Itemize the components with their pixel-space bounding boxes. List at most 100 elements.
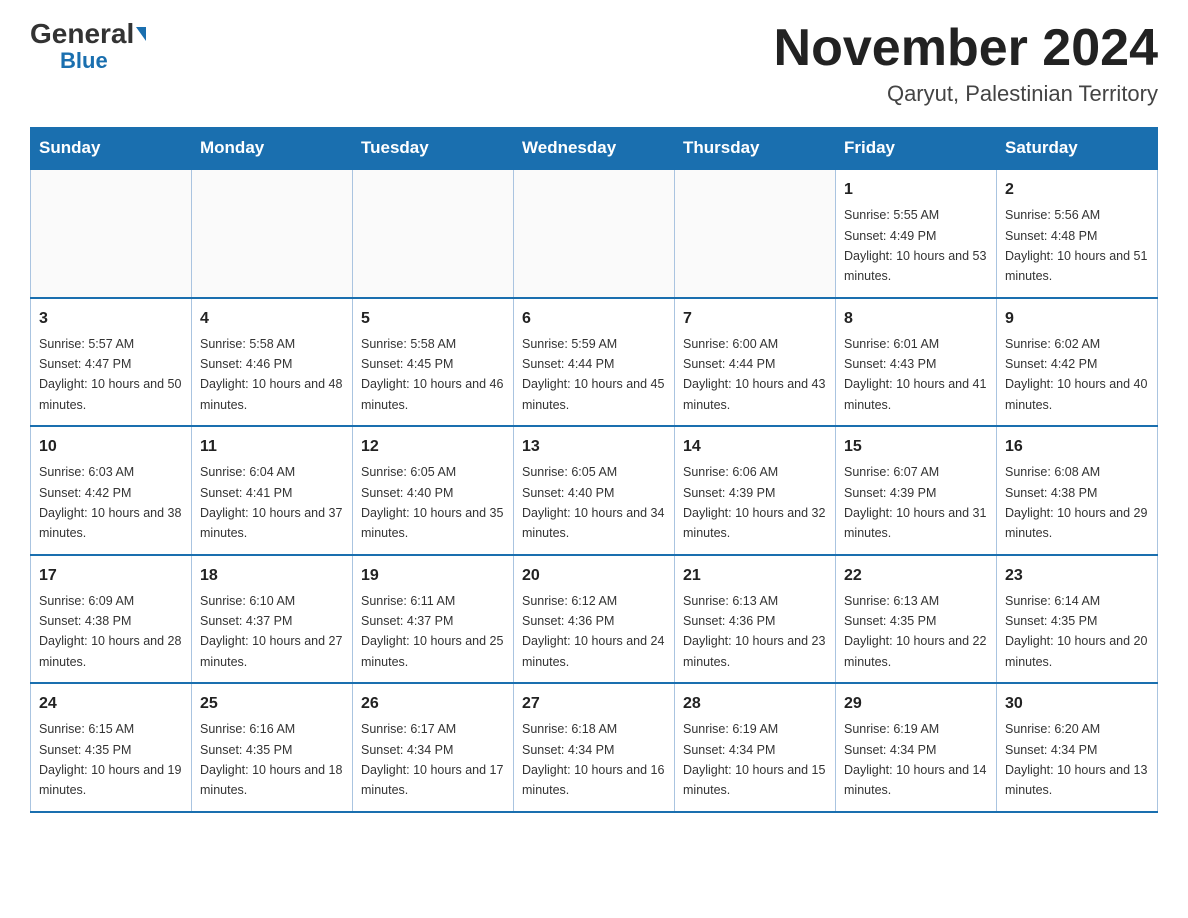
header-tuesday: Tuesday (353, 128, 514, 170)
calendar-week-5: 24 Sunrise: 6:15 AMSunset: 4:35 PMDayligh… (31, 683, 1158, 812)
day-number: 21 (683, 564, 827, 588)
day-number: 20 (522, 564, 666, 588)
day-number: 14 (683, 435, 827, 459)
day-info: Sunrise: 6:18 AMSunset: 4:34 PMDaylight:… (522, 722, 664, 797)
day-info: Sunrise: 5:55 AMSunset: 4:49 PMDaylight:… (844, 208, 986, 283)
day-number: 8 (844, 307, 988, 331)
day-number: 13 (522, 435, 666, 459)
day-info: Sunrise: 6:09 AMSunset: 4:38 PMDaylight:… (39, 594, 181, 669)
day-info: Sunrise: 6:12 AMSunset: 4:36 PMDaylight:… (522, 594, 664, 669)
day-info: Sunrise: 6:06 AMSunset: 4:39 PMDaylight:… (683, 465, 825, 540)
day-number: 10 (39, 435, 183, 459)
table-cell: 27 Sunrise: 6:18 AMSunset: 4:34 PMDayligh… (514, 683, 675, 812)
day-number: 26 (361, 692, 505, 716)
day-number: 9 (1005, 307, 1149, 331)
day-number: 22 (844, 564, 988, 588)
table-cell: 20 Sunrise: 6:12 AMSunset: 4:36 PMDayligh… (514, 555, 675, 684)
header-saturday: Saturday (997, 128, 1158, 170)
day-info: Sunrise: 6:14 AMSunset: 4:35 PMDaylight:… (1005, 594, 1147, 669)
day-info: Sunrise: 6:15 AMSunset: 4:35 PMDaylight:… (39, 722, 181, 797)
logo-general-text: General (30, 20, 146, 48)
day-info: Sunrise: 6:05 AMSunset: 4:40 PMDaylight:… (361, 465, 503, 540)
table-cell: 14 Sunrise: 6:06 AMSunset: 4:39 PMDayligh… (675, 426, 836, 555)
month-title: November 2024 (774, 20, 1158, 77)
table-cell (353, 169, 514, 298)
table-cell: 26Sunrise: 6:17 AMSunset: 4:34 PMDayligh… (353, 683, 514, 812)
table-cell: 2 Sunrise: 5:56 AMSunset: 4:48 PMDaylight… (997, 169, 1158, 298)
day-number: 28 (683, 692, 827, 716)
day-info: Sunrise: 6:10 AMSunset: 4:37 PMDaylight:… (200, 594, 342, 669)
table-cell (192, 169, 353, 298)
table-cell: 8 Sunrise: 6:01 AMSunset: 4:43 PMDaylight… (836, 298, 997, 427)
table-cell (514, 169, 675, 298)
table-cell: 5 Sunrise: 5:58 AMSunset: 4:45 PMDaylight… (353, 298, 514, 427)
day-info: Sunrise: 5:58 AMSunset: 4:45 PMDaylight:… (361, 337, 503, 412)
table-cell: 1 Sunrise: 5:55 AMSunset: 4:49 PMDaylight… (836, 169, 997, 298)
table-cell: 11 Sunrise: 6:04 AMSunset: 4:41 PMDayligh… (192, 426, 353, 555)
day-number: 5 (361, 307, 505, 331)
day-info: Sunrise: 5:56 AMSunset: 4:48 PMDaylight:… (1005, 208, 1147, 283)
table-cell: 29 Sunrise: 6:19 AMSunset: 4:34 PMDayligh… (836, 683, 997, 812)
header-sunday: Sunday (31, 128, 192, 170)
logo: General Blue (30, 20, 146, 74)
table-cell: 30Sunrise: 6:20 AMSunset: 4:34 PMDayligh… (997, 683, 1158, 812)
day-number: 1 (844, 178, 988, 202)
day-number: 23 (1005, 564, 1149, 588)
table-cell: 9 Sunrise: 6:02 AMSunset: 4:42 PMDaylight… (997, 298, 1158, 427)
day-info: Sunrise: 6:07 AMSunset: 4:39 PMDaylight:… (844, 465, 986, 540)
table-cell: 10 Sunrise: 6:03 AMSunset: 4:42 PMDayligh… (31, 426, 192, 555)
day-number: 3 (39, 307, 183, 331)
day-number: 12 (361, 435, 505, 459)
table-cell: 3Sunrise: 5:57 AMSunset: 4:47 PMDaylight… (31, 298, 192, 427)
day-info: Sunrise: 6:01 AMSunset: 4:43 PMDaylight:… (844, 337, 986, 412)
table-cell: 15 Sunrise: 6:07 AMSunset: 4:39 PMDayligh… (836, 426, 997, 555)
day-info: Sunrise: 6:19 AMSunset: 4:34 PMDaylight:… (844, 722, 986, 797)
table-cell: 6 Sunrise: 5:59 AMSunset: 4:44 PMDaylight… (514, 298, 675, 427)
day-number: 24 (39, 692, 183, 716)
logo-blue-text: Blue (60, 48, 108, 74)
calendar-header-row: Sunday Monday Tuesday Wednesday Thursday… (31, 128, 1158, 170)
day-info: Sunrise: 6:19 AMSunset: 4:34 PMDaylight:… (683, 722, 825, 797)
day-number: 16 (1005, 435, 1149, 459)
calendar-table: Sunday Monday Tuesday Wednesday Thursday… (30, 127, 1158, 813)
day-info: Sunrise: 6:03 AMSunset: 4:42 PMDaylight:… (39, 465, 181, 540)
day-number: 29 (844, 692, 988, 716)
table-cell: 25 Sunrise: 6:16 AMSunset: 4:35 PMDayligh… (192, 683, 353, 812)
table-cell (675, 169, 836, 298)
table-cell: 16 Sunrise: 6:08 AMSunset: 4:38 PMDayligh… (997, 426, 1158, 555)
table-cell: 24 Sunrise: 6:15 AMSunset: 4:35 PMDayligh… (31, 683, 192, 812)
calendar-week-2: 3Sunrise: 5:57 AMSunset: 4:47 PMDaylight… (31, 298, 1158, 427)
table-cell: 23 Sunrise: 6:14 AMSunset: 4:35 PMDayligh… (997, 555, 1158, 684)
day-info: Sunrise: 6:05 AMSunset: 4:40 PMDaylight:… (522, 465, 664, 540)
day-info: Sunrise: 6:13 AMSunset: 4:35 PMDaylight:… (844, 594, 986, 669)
day-info: Sunrise: 6:04 AMSunset: 4:41 PMDaylight:… (200, 465, 342, 540)
table-cell: 12 Sunrise: 6:05 AMSunset: 4:40 PMDayligh… (353, 426, 514, 555)
day-info: Sunrise: 6:08 AMSunset: 4:38 PMDaylight:… (1005, 465, 1147, 540)
day-number: 15 (844, 435, 988, 459)
day-number: 19 (361, 564, 505, 588)
day-number: 30 (1005, 692, 1149, 716)
page-header: General Blue November 2024 Qaryut, Pales… (30, 20, 1158, 107)
day-number: 25 (200, 692, 344, 716)
table-cell (31, 169, 192, 298)
header-monday: Monday (192, 128, 353, 170)
calendar-week-1: 1 Sunrise: 5:55 AMSunset: 4:49 PMDaylight… (31, 169, 1158, 298)
day-info: Sunrise: 6:16 AMSunset: 4:35 PMDaylight:… (200, 722, 342, 797)
day-number: 4 (200, 307, 344, 331)
day-info: Sunrise: 6:02 AMSunset: 4:42 PMDaylight:… (1005, 337, 1147, 412)
day-number: 17 (39, 564, 183, 588)
table-cell: 7Sunrise: 6:00 AMSunset: 4:44 PMDaylight… (675, 298, 836, 427)
table-cell: 4Sunrise: 5:58 AMSunset: 4:46 PMDaylight… (192, 298, 353, 427)
calendar-week-3: 10 Sunrise: 6:03 AMSunset: 4:42 PMDayligh… (31, 426, 1158, 555)
table-cell: 13 Sunrise: 6:05 AMSunset: 4:40 PMDayligh… (514, 426, 675, 555)
day-number: 11 (200, 435, 344, 459)
day-info: Sunrise: 5:59 AMSunset: 4:44 PMDaylight:… (522, 337, 664, 412)
header-thursday: Thursday (675, 128, 836, 170)
header-friday: Friday (836, 128, 997, 170)
location-title: Qaryut, Palestinian Territory (774, 81, 1158, 107)
calendar-week-4: 17 Sunrise: 6:09 AMSunset: 4:38 PMDayligh… (31, 555, 1158, 684)
day-info: Sunrise: 6:00 AMSunset: 4:44 PMDaylight:… (683, 337, 825, 412)
day-number: 6 (522, 307, 666, 331)
day-number: 2 (1005, 178, 1149, 202)
day-number: 27 (522, 692, 666, 716)
